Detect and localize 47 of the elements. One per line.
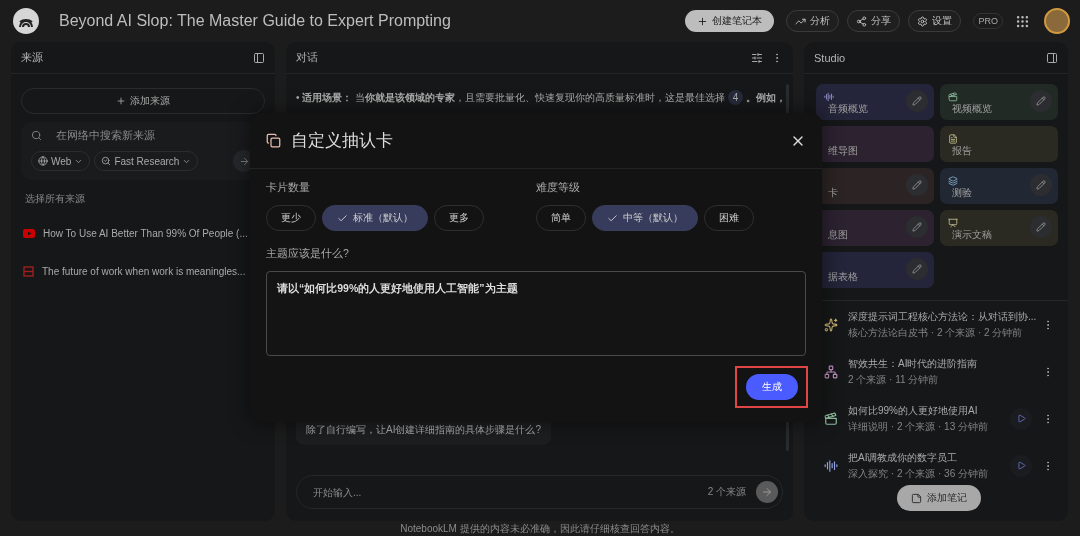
source-count: 2 个来源 [707,485,746,499]
note-meta: 2 个来源 · 11 分钟前 [848,372,939,387]
studio-tile[interactable]: 视频概览 [940,84,1058,120]
tile-label: 视频概览 [951,102,992,116]
create-notebook-button[interactable]: 创建笔记本 [685,10,775,32]
option-chip[interactable]: 标准（默认） [322,205,428,231]
panel-title: Studio [814,51,847,64]
studio-tile[interactable]: 音频概览 [816,84,934,120]
topic-label: 主题应该是什么? [266,247,350,261]
group-label: 卡片数量 [266,181,311,195]
studio-tile[interactable]: 报告 [940,126,1058,162]
add-note-button[interactable]: 添加笔记 [897,485,981,511]
studio-tile[interactable]: 测验 [940,168,1058,204]
settings-button[interactable]: 设置 [908,10,962,32]
source-title[interactable]: How To Use AI Better Than 99% Of People (... [43,227,248,239]
tile-label: 息图 [827,228,848,242]
search-field[interactable]: 在网络中搜索新来源 [54,128,255,142]
studio-tile[interactable]: 演示文稿 [940,210,1058,246]
option-chip[interactable]: 中等（默认） [592,205,698,231]
panel-title: 来源 [21,50,44,65]
tile-label: 演示文稿 [951,228,992,242]
chat-input[interactable]: 开始输入... [311,485,698,499]
tile-label: 音频概览 [827,102,868,116]
source-title[interactable]: The future of work when work is meaningles... [42,265,246,277]
select-all-label: 选择所有来源 [25,192,86,206]
panel-title: 对话 [296,50,319,65]
notebook-title: Beyond AI Slop: The Master Guide to Expert Prompting [59,12,452,30]
analytics-button[interactable]: 分析 [786,10,840,32]
chat-paragraph: • 适用场景： 当你就是该领域的专家，且需要批量化、快速复现你的高质量标准时，这是最佳选择 4 。例如， [296,90,783,105]
tile-label: 据表格 [827,270,858,284]
tile-label: 维导图 [827,144,858,158]
topic-field[interactable]: 请以“如何比99%的人更好地使用人工智能”为主题 [266,271,806,356]
tile-label: 测验 [951,186,972,200]
note-title[interactable]: 把AI调教成你的数字员工 [848,450,958,465]
note-title[interactable]: 智效共生：AI时代的进阶指南 [848,356,978,371]
group-label: 难度等级 [536,181,581,195]
note-meta: 深入探究 · 2 个来源 · 36 分钟前 [848,466,988,481]
tile-label: 卡 [827,186,838,200]
disclaimer: NotebookLM 提供的内容未必准确，因此请仔细核查回答内容。 [399,522,681,536]
tile-label: 报告 [951,144,972,158]
note-meta: 核心方法论白皮书 · 2 个来源 · 2 分钟前 [848,325,1023,340]
share-button[interactable]: 分享 [847,10,901,32]
note-title[interactable]: 如何比99%的人更好地使用AI [848,403,978,418]
dialog-title: 自定义抽认卡 [291,130,394,152]
note-title[interactable]: 深度提示词工程核心方法论：从对话到协... [848,309,1037,324]
note-meta: 详细说明 · 2 个来源 · 13 分钟前 [848,419,988,434]
generate-button[interactable]: 生成 [746,374,798,400]
